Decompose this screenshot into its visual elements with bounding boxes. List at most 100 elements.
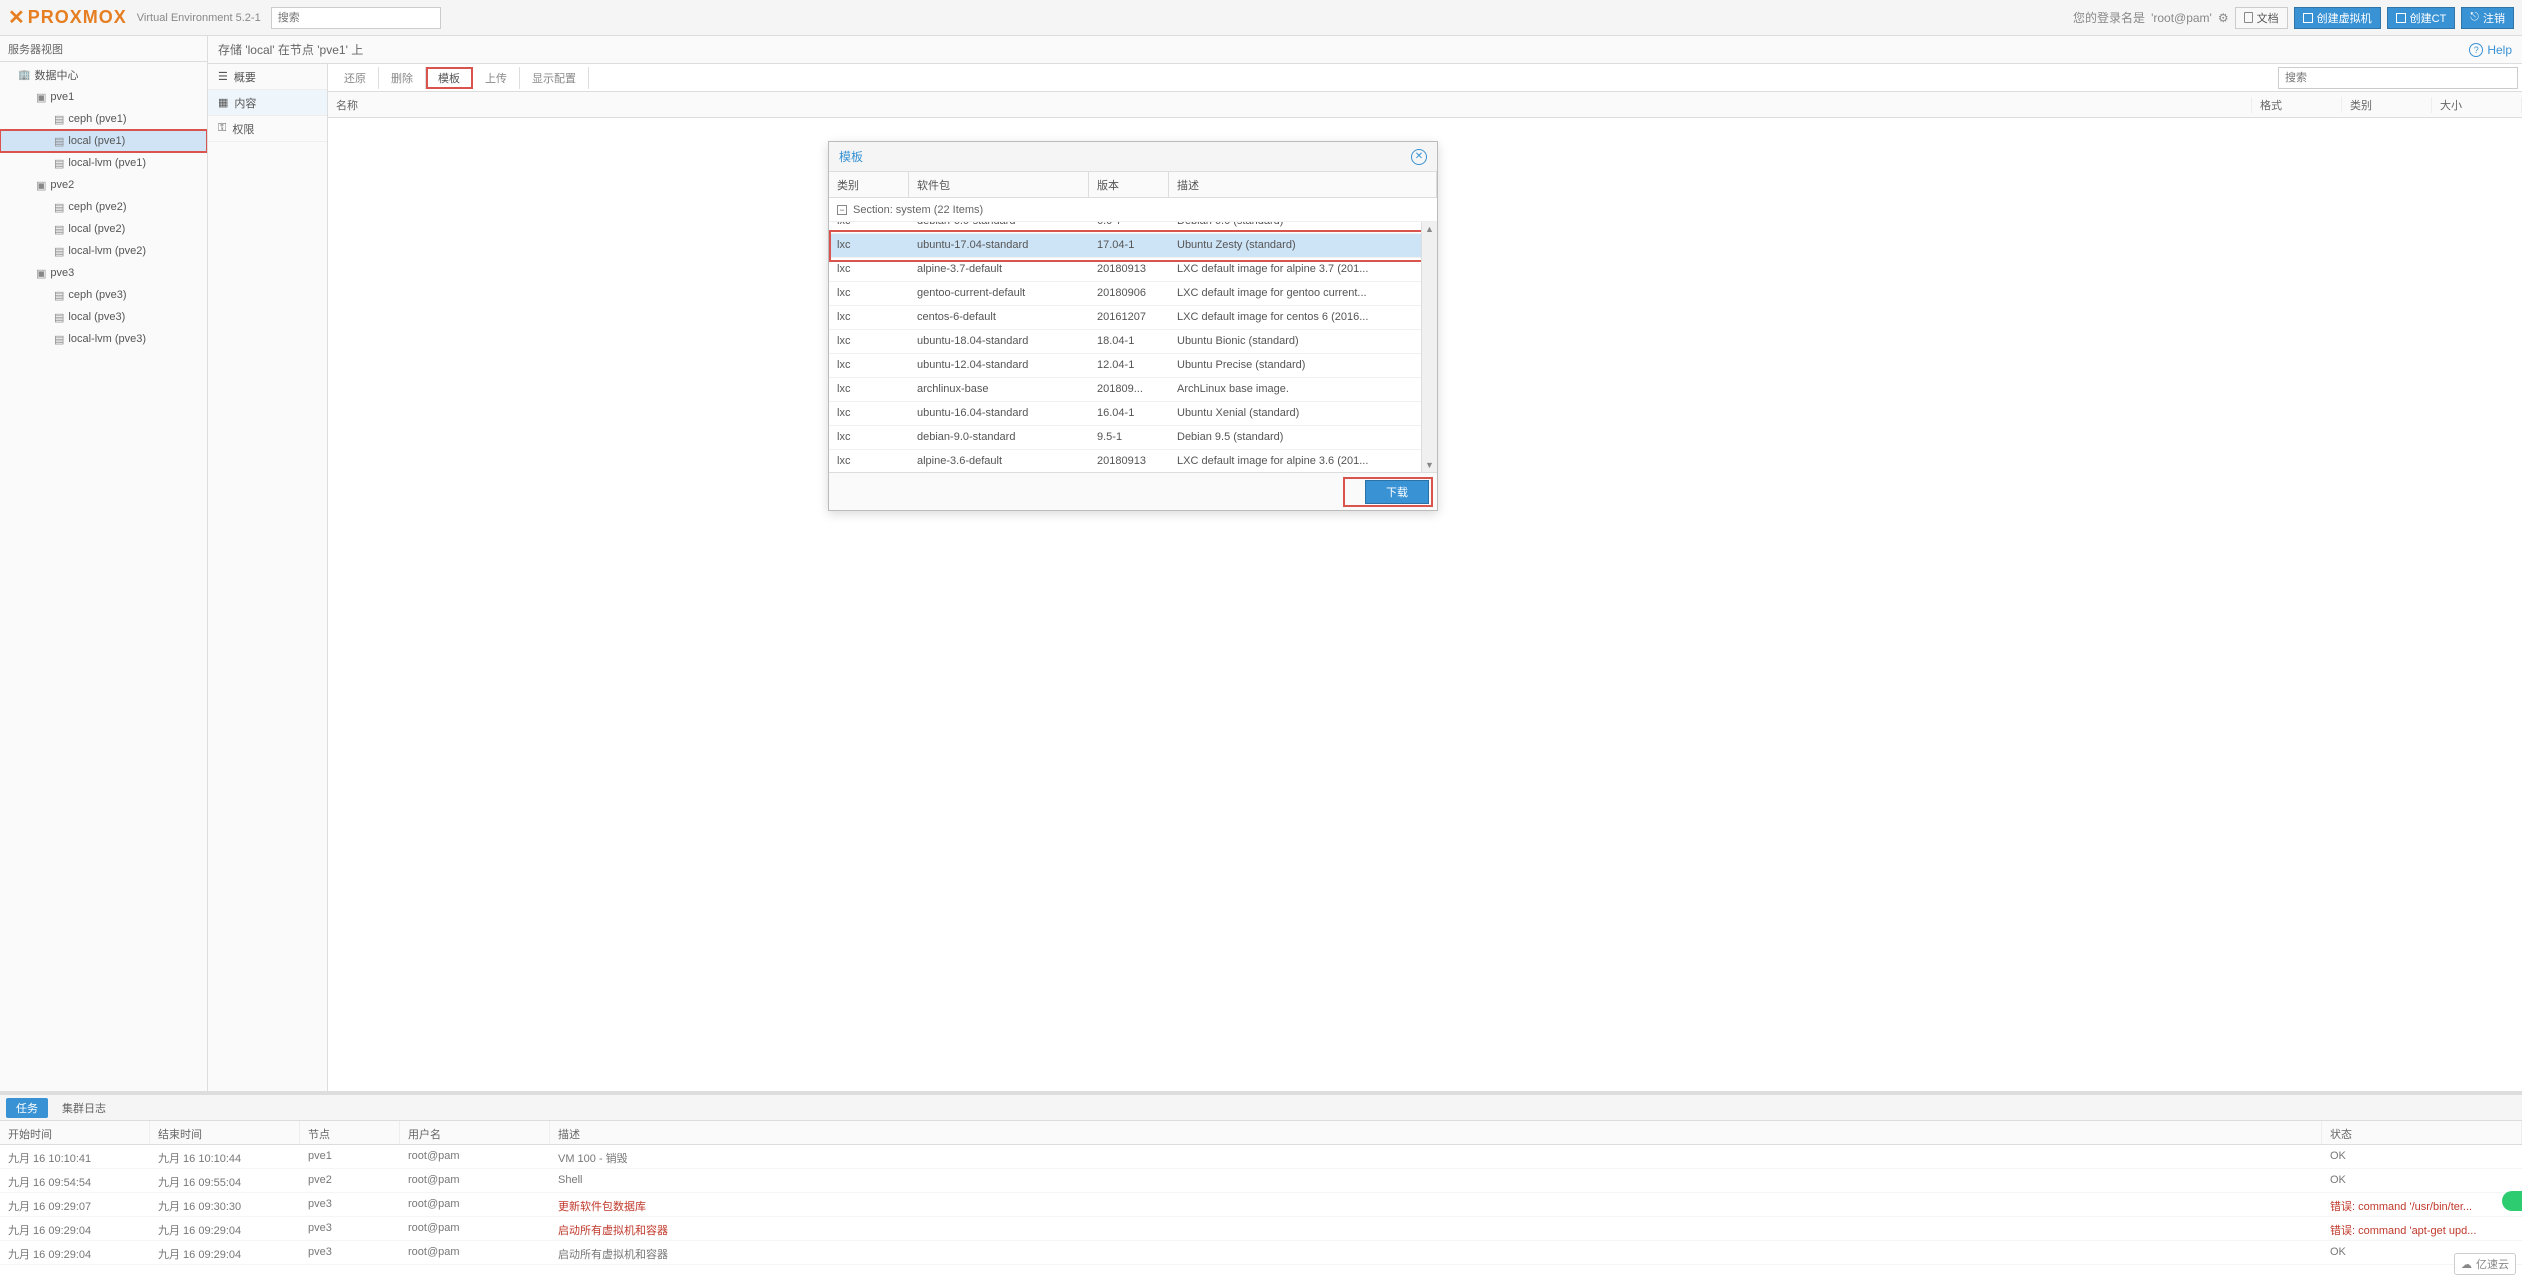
storage-icon — [54, 311, 64, 324]
logout-button[interactable]: ⎋注销 — [2461, 7, 2514, 29]
template-row[interactable]: lxcdebian-9.0-standard9.5-1Debian 9.5 (s… — [829, 426, 1437, 450]
log-col-status[interactable]: 状态 — [2322, 1121, 2522, 1144]
gear-icon[interactable]: ⚙ — [2218, 11, 2229, 25]
template-row[interactable]: lxcalpine-3.6-default20180913LXC default… — [829, 450, 1437, 472]
cell-type: lxc — [829, 222, 909, 233]
log-cell-desc: Shell — [550, 1169, 2322, 1192]
log-col-user[interactable]: 用户名 — [400, 1121, 550, 1144]
tree-node[interactable]: local-lvm (pve3) — [0, 328, 207, 350]
cell-type: lxc — [829, 426, 909, 449]
modal-col-description[interactable]: 描述 — [1169, 172, 1437, 197]
close-icon[interactable]: ✕ — [1411, 149, 1427, 165]
template-button[interactable]: 模板 — [426, 67, 473, 89]
tree-node[interactable]: ceph (pve3) — [0, 284, 207, 306]
datacenter-icon — [18, 69, 30, 81]
tab-tasks[interactable]: 任务 — [6, 1098, 48, 1118]
tree-node[interactable]: ceph (pve2) — [0, 196, 207, 218]
template-row[interactable]: lxcarchlinux-base201809...ArchLinux base… — [829, 378, 1437, 402]
template-row[interactable]: lxcubuntu-18.04-standard18.04-1Ubuntu Bi… — [829, 330, 1437, 354]
env-version: Virtual Environment 5.2-1 — [137, 12, 261, 24]
modal-col-type[interactable]: 类别 — [829, 172, 909, 197]
template-row[interactable]: lxccentos-6-default20161207LXC default i… — [829, 306, 1437, 330]
tab-cluster-log[interactable]: 集群日志 — [52, 1098, 116, 1118]
modal-section[interactable]: − Section: system (22 Items) — [829, 198, 1437, 222]
log-cell-node: pve1 — [300, 1145, 400, 1168]
tree-node[interactable]: pve1 — [0, 86, 207, 108]
col-name[interactable]: 名称 — [328, 97, 2252, 113]
cell-pkg: ubuntu-12.04-standard — [909, 354, 1089, 377]
cell-desc: Ubuntu Zesty (standard) — [1169, 234, 1437, 257]
log-row[interactable]: 九月 16 09:29:07九月 16 09:30:30pve3root@pam… — [0, 1193, 2522, 1217]
log-col-start[interactable]: 开始时间 — [0, 1121, 150, 1144]
log-cell-node: pve3 — [300, 1241, 400, 1264]
cell-type: lxc — [829, 378, 909, 401]
sidebar-title[interactable]: 服务器视图 — [0, 36, 207, 62]
cell-desc: LXC default image for gentoo current... — [1169, 282, 1437, 305]
tree-node[interactable]: local (pve2) — [0, 218, 207, 240]
tree-node[interactable]: local (pve1) — [0, 130, 207, 152]
log-cell-status: OK — [2322, 1145, 2522, 1168]
template-row[interactable]: lxcgentoo-current-default20180906LXC def… — [829, 282, 1437, 306]
template-row[interactable]: lxcubuntu-12.04-standard12.04-1Ubuntu Pr… — [829, 354, 1437, 378]
log-col-node[interactable]: 节点 — [300, 1121, 400, 1144]
storage-icon — [54, 245, 64, 258]
modal-header[interactable]: 模板 ✕ — [829, 142, 1437, 172]
upload-button[interactable]: 上传 — [473, 67, 520, 89]
template-row[interactable]: lxcalpine-3.7-default20180913LXC default… — [829, 258, 1437, 282]
template-modal: 模板 ✕ 类别 软件包 版本 描述 − Section: system (22 … — [828, 141, 1438, 511]
subnav-summary[interactable]: 概要 — [208, 64, 327, 90]
subnav-content[interactable]: 内容 — [208, 90, 327, 116]
logo-icon: ✕ — [8, 5, 26, 30]
scroll-down-icon[interactable]: ▼ — [1425, 460, 1434, 470]
modal-col-version[interactable]: 版本 — [1089, 172, 1169, 197]
global-search[interactable] — [271, 7, 441, 29]
storage-icon — [54, 135, 64, 148]
cell-pkg: debian-9.0-standard — [909, 426, 1089, 449]
log-row[interactable]: 九月 16 09:29:04九月 16 09:29:04pve3root@pam… — [0, 1217, 2522, 1241]
chat-bubble-icon[interactable] — [2502, 1191, 2522, 1211]
col-format[interactable]: 格式 — [2252, 97, 2342, 113]
log-cell-end: 九月 16 09:30:30 — [150, 1193, 300, 1216]
download-button[interactable]: 下载 — [1365, 480, 1429, 504]
help-link[interactable]: ? Help — [2469, 43, 2512, 57]
cell-type: lxc — [829, 330, 909, 353]
log-row[interactable]: 九月 16 09:54:54九月 16 09:55:04pve2root@pam… — [0, 1169, 2522, 1193]
scroll-up-icon[interactable]: ▲ — [1425, 224, 1434, 234]
modal-col-package[interactable]: 软件包 — [909, 172, 1089, 197]
cell-type: lxc — [829, 306, 909, 329]
log-col-desc[interactable]: 描述 — [550, 1121, 2322, 1144]
content-search-input[interactable] — [2278, 67, 2518, 89]
log-row[interactable]: 九月 16 10:10:41九月 16 10:10:44pve1root@pam… — [0, 1145, 2522, 1169]
main: 服务器视图 数据中心pve1ceph (pve1)local (pve1)loc… — [0, 36, 2522, 1091]
help-icon: ? — [2469, 43, 2483, 57]
create-vm-button[interactable]: 创建虚拟机 — [2294, 7, 2381, 29]
log-row[interactable]: 九月 16 09:29:04九月 16 09:29:04pve3root@pam… — [0, 1241, 2522, 1265]
col-type[interactable]: 类别 — [2342, 97, 2432, 113]
modal-rows: lxcdebian-6.0-standard6.0-7Debian 6.0 (s… — [829, 222, 1437, 472]
collapse-icon[interactable]: − — [837, 205, 847, 215]
template-row[interactable]: lxcdebian-6.0-standard6.0-7Debian 6.0 (s… — [829, 222, 1437, 234]
global-search-input[interactable] — [271, 7, 441, 29]
template-row[interactable]: lxcubuntu-17.04-standard17.04-1Ubuntu Ze… — [829, 234, 1437, 258]
tree-node[interactable]: ceph (pve1) — [0, 108, 207, 130]
restore-button[interactable]: 还原 — [332, 67, 379, 89]
col-size[interactable]: 大小 — [2432, 97, 2522, 113]
content-search[interactable] — [2278, 67, 2518, 89]
section-label: Section: system (22 Items) — [853, 204, 983, 216]
docs-button[interactable]: 文档 — [2235, 7, 2288, 29]
subnav-permissions[interactable]: 权限 — [208, 116, 327, 142]
provider-badge[interactable]: ☁ 亿速云 — [2454, 1253, 2516, 1275]
log-col-end[interactable]: 结束时间 — [150, 1121, 300, 1144]
delete-button[interactable]: 删除 — [379, 67, 426, 89]
tree-node[interactable]: local-lvm (pve1) — [0, 152, 207, 174]
tree-node[interactable]: local (pve3) — [0, 306, 207, 328]
tree-node[interactable]: pve2 — [0, 174, 207, 196]
showconfig-button[interactable]: 显示配置 — [520, 67, 589, 89]
create-ct-button[interactable]: 创建CT — [2387, 7, 2456, 29]
log-cell-user: root@pam — [400, 1169, 550, 1192]
tree-node[interactable]: local-lvm (pve2) — [0, 240, 207, 262]
tree-node[interactable]: 数据中心 — [0, 64, 207, 86]
scrollbar[interactable]: ▲ ▼ — [1421, 222, 1437, 472]
tree-node[interactable]: pve3 — [0, 262, 207, 284]
template-row[interactable]: lxcubuntu-16.04-standard16.04-1Ubuntu Xe… — [829, 402, 1437, 426]
